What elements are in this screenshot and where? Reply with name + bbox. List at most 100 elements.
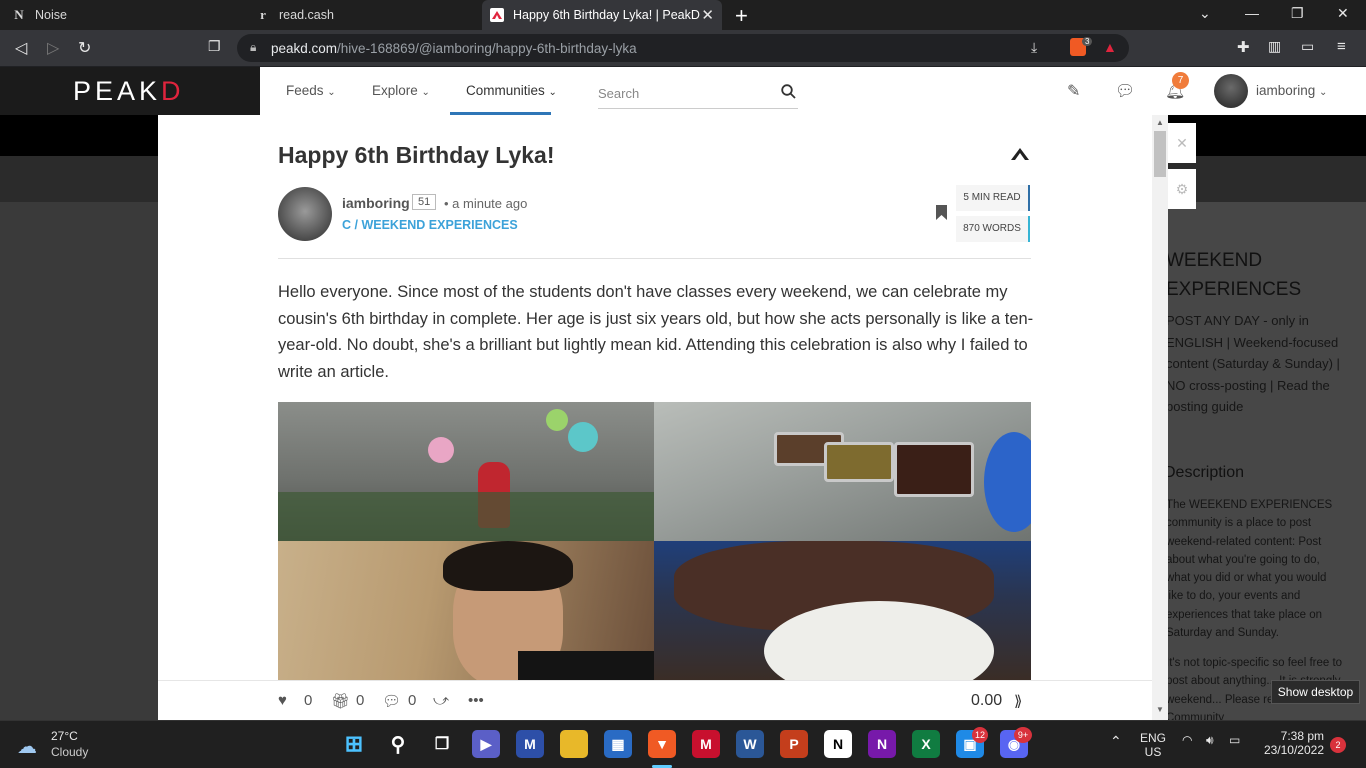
app-m-icon[interactable]: M [516,730,544,758]
back-icon[interactable]: ◁ [15,38,27,58]
chat-icon[interactable]: 💬︎ [1115,81,1135,101]
tab-noise[interactable]: N Noise [0,0,242,30]
language-indicator[interactable]: ENG US [1140,731,1166,759]
tray-overflow-icon[interactable]: ⌃ [1110,733,1122,750]
logo-text-left: PEA [73,76,140,106]
tab-title: Happy 6th Birthday Lyka! | PeakD [513,8,700,22]
logo-text-right: D [161,76,185,106]
peakd-logo[interactable]: PEAKD [73,76,185,107]
task-view-icon[interactable]: ❐ [428,730,456,758]
forward-icon[interactable]: ▷ [47,38,59,58]
community-title: WEEKEND EXPERIENCES [1166,250,1302,300]
username-label: iamboring [1256,83,1316,98]
community-link[interactable]: C / WEEKEND EXPERIENCES [342,218,518,232]
birthday-banner-image [428,409,608,463]
food-table-photo[interactable] [654,402,1031,541]
peakd-nav-bar: Feeds ⌄ Explore ⌄ Communities ⌄ Search ✎… [260,67,1366,115]
clock-time: 7:38 pm [1280,729,1324,743]
modal-scrollbar[interactable]: ▲ ▼ [1152,115,1168,720]
new-tab-button[interactable]: + [735,3,748,29]
weather-temp: 27°C [51,729,78,743]
scroll-down-icon[interactable]: ▼ [1156,705,1164,714]
minimize-icon[interactable]: — [1245,5,1259,21]
lock-icon: 🔒︎ [250,40,257,54]
scroll-up-icon[interactable]: ▲ [1156,118,1164,127]
user-avatar[interactable] [1214,74,1248,108]
brave-browser-icon[interactable]: ▼ [648,730,676,758]
comment-count: 0 [408,692,417,709]
brave-rewards-icon[interactable]: ▲ [1103,39,1117,55]
clock-date: 23/10/2022 [1263,743,1324,757]
header-divider [278,258,1031,259]
word-icon[interactable]: W [736,730,764,758]
user-menu[interactable]: iamboring ⌄ [1256,83,1327,98]
tab-read-cash[interactable]: r read.cash [244,0,480,30]
menu-icon[interactable]: ≡ [1337,38,1346,55]
gift-icon[interactable]: 🎁︎ [331,692,350,710]
download-icon[interactable]: ⤓ [1031,39,1037,56]
close-tab-icon[interactable]: ✕ [701,6,714,24]
wallet-icon[interactable]: ▭ [1301,38,1314,55]
microsoft-store-icon[interactable]: ▦ [604,730,632,758]
language-code: ENG [1140,731,1167,745]
sidebar-toggle-icon[interactable]: ▥ [1268,38,1281,55]
bookmark-icon[interactable] [936,205,947,223]
post-title: Happy 6th Birthday Lyka! [278,142,555,168]
more-options-icon[interactable]: ••• [468,692,484,709]
battery-icon[interactable]: ▭ [1229,733,1240,747]
close-modal-icon[interactable]: ✕ [1168,123,1196,163]
menu-feeds-label: Feeds [286,83,324,98]
payout-value[interactable]: 0.00 [971,692,1002,710]
post-action-bar: ♥ 0 🎁︎ 0 💬︎ 0 ⤻ ••• 0.00 ⟫ [158,680,1152,720]
teams-chat-icon[interactable]: ▶ [472,730,500,758]
share-icon[interactable]: ⤻ [433,692,449,709]
comment-icon[interactable]: 💬︎ [382,692,401,710]
peakd-logo-area: PEAKD [0,67,260,115]
window-close-icon[interactable]: ✕ [1337,5,1349,22]
settings-gear-icon[interactable]: ⚙ [1168,169,1196,209]
bookmark-page-icon[interactable]: ❐ [208,38,221,55]
author-avatar[interactable] [278,187,332,241]
menu-explore[interactable]: Explore ⌄ [372,83,430,98]
wifi-icon[interactable]: ◠ [1182,733,1192,747]
write-post-icon[interactable]: ✎ [1067,81,1080,101]
reload-icon[interactable]: ↻ [78,38,91,58]
selfie-photo[interactable] [278,541,654,680]
clock[interactable]: 7:38 pm 23/10/2022 [1262,729,1324,757]
birthday-party-photo[interactable] [278,402,654,541]
restore-icon[interactable]: ❐ [1291,5,1304,22]
read-time-badge: 5 MIN READ [956,185,1030,211]
peak-logo-icon [1010,146,1030,167]
notification-center-badge[interactable]: 2 [1330,737,1346,753]
excel-icon[interactable]: X [912,730,940,758]
shields-count: 3 [1082,37,1093,46]
search-input[interactable]: Search [598,77,798,109]
notion-icon[interactable]: N [824,730,852,758]
onenote-icon[interactable]: N [868,730,896,758]
menu-communities[interactable]: Communities ⌄ [466,83,557,98]
search-icon[interactable] [781,84,796,99]
url-path: /hive-168869/@iamboring/happy-6th-birthd… [337,41,637,56]
rice-and-meat-photo[interactable] [654,541,1031,680]
menu-feeds[interactable]: Feeds ⌄ [286,83,336,98]
menu-communities-label: Communities [466,83,545,98]
address-bar[interactable]: 🔒︎ peakd.com/hive-168869/@iamboring/happ… [237,34,1129,62]
author-name[interactable]: iamboring [342,195,410,211]
mcafee-icon[interactable]: M [692,730,720,758]
upvote-heart-icon[interactable]: ♥ [278,692,287,709]
tab-peakd[interactable]: Happy 6th Birthday Lyka! | PeakD ✕ [482,0,722,30]
url-text: peakd.com/hive-168869/@iamboring/happy-6… [271,41,637,56]
browser-tab-strip: N Noise r read.cash Happy 6th Birthday L… [0,0,1366,30]
start-icon[interactable]: ⊞ [340,730,368,758]
extensions-icon[interactable]: ✚ [1237,38,1250,56]
file-explorer-icon[interactable] [560,730,588,758]
post-time: • a minute ago [444,196,528,211]
hive-logo-icon: ⟫ [1014,693,1023,710]
tab-search-icon[interactable]: ⌄ [1199,5,1211,22]
chevron-down-icon: ⌄ [421,87,430,98]
volume-icon[interactable]: 🔊︎ [1206,733,1214,748]
search-taskbar-icon[interactable]: ⚲ [384,730,412,758]
scrollbar-thumb[interactable] [1154,131,1166,177]
weather-condition: Cloudy [51,745,89,759]
powerpoint-icon[interactable]: P [780,730,808,758]
